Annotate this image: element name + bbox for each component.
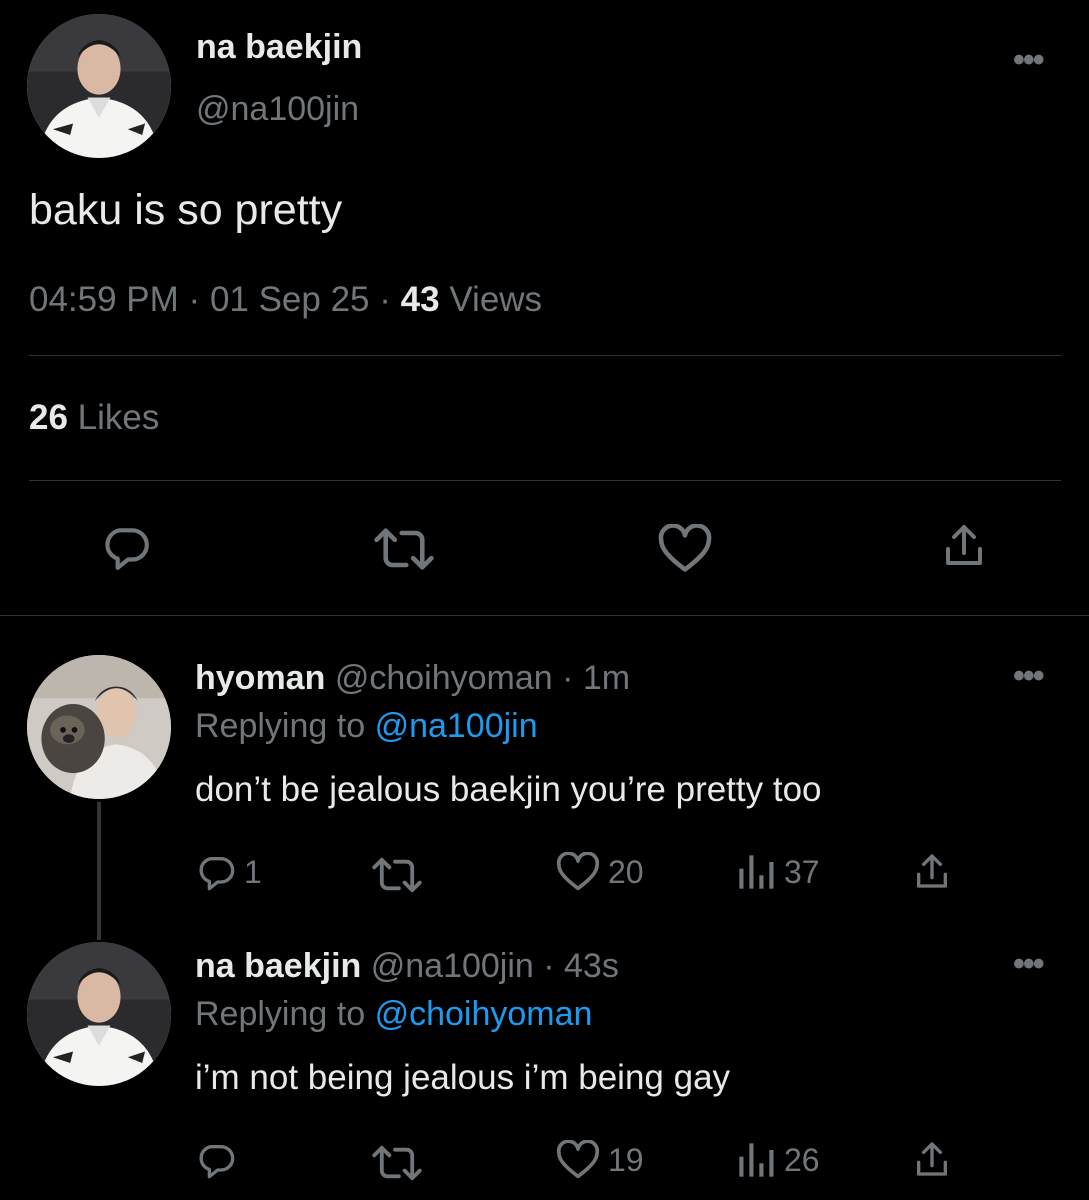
reply-icon[interactable]: [100, 522, 152, 572]
views-label: Views: [449, 280, 543, 319]
divider: [29, 355, 1061, 356]
tweet-date: 01 Sep 25: [209, 280, 370, 319]
display-name[interactable]: na baekjin: [196, 28, 362, 67]
reply-button[interactable]: 1: [196, 852, 262, 892]
more-icon[interactable]: •••: [1013, 947, 1045, 981]
more-icon[interactable]: •••: [1013, 43, 1045, 77]
retweet-button[interactable]: [370, 1144, 424, 1182]
reply-header: na baekjin @na100jin · 43s: [195, 947, 619, 986]
views-icon: [739, 1143, 774, 1177]
display-name[interactable]: na baekjin: [195, 947, 361, 985]
replying-to: Replying to @na100jin: [195, 707, 538, 746]
share-icon: [917, 1142, 947, 1176]
retweet-icon[interactable]: [372, 526, 436, 572]
share-button[interactable]: [912, 850, 952, 892]
reply-button[interactable]: [196, 1140, 244, 1180]
reply-meta[interactable]: @choihyoman · 1m: [335, 659, 630, 697]
reply-text: i’m not being jealous i’m being gay: [195, 1058, 731, 1097]
mention-link[interactable]: @na100jin: [375, 707, 538, 745]
avatar[interactable]: [27, 655, 171, 799]
views-icon: [739, 855, 774, 889]
retweet-icon: [372, 857, 422, 893]
more-icon[interactable]: •••: [1013, 659, 1045, 693]
avatar[interactable]: [27, 14, 171, 158]
like-button[interactable]: 19: [556, 1140, 644, 1180]
mention-link[interactable]: @choihyoman: [375, 995, 593, 1033]
like-count: 19: [608, 1141, 644, 1178]
display-name[interactable]: hyoman: [195, 659, 325, 697]
reply-icon: [199, 857, 235, 891]
reply-header: hyoman @choihyoman · 1m: [195, 659, 630, 698]
likes-stat[interactable]: 26 Likes: [29, 398, 159, 438]
replying-prefix: Replying to: [195, 707, 366, 745]
separator: ·: [188, 280, 210, 319]
replying-prefix: Replying to: [195, 995, 366, 1033]
share-button[interactable]: [912, 1138, 952, 1180]
heart-icon: [556, 852, 600, 891]
like-button[interactable]: 20: [556, 852, 644, 892]
heart-icon[interactable]: [657, 524, 713, 574]
tweet-text: baku is so pretty: [29, 186, 343, 234]
reply-meta[interactable]: @na100jin · 43s: [371, 947, 619, 985]
reply-icon: [199, 1145, 235, 1179]
likes-label: Likes: [77, 398, 160, 437]
divider: [0, 615, 1089, 616]
thread-line: [97, 802, 101, 940]
tweet-time: 04:59 PM: [29, 280, 179, 319]
share-icon[interactable]: [940, 520, 988, 570]
separator: ·: [379, 280, 401, 319]
replying-to: Replying to @choihyoman: [195, 995, 592, 1034]
reply-count: 1: [244, 853, 262, 890]
handle[interactable]: @na100jin: [196, 90, 359, 129]
views-button[interactable]: 37: [736, 852, 820, 892]
likes-count: 26: [29, 398, 68, 437]
view-count: 37: [784, 853, 820, 890]
retweet-button[interactable]: [370, 856, 424, 894]
share-icon: [917, 854, 947, 888]
avatar[interactable]: [27, 942, 171, 1086]
views-button[interactable]: 26: [736, 1140, 820, 1180]
retweet-icon: [372, 1145, 422, 1181]
views-count: 43: [400, 280, 440, 319]
heart-icon: [556, 1140, 600, 1179]
view-count: 26: [784, 1141, 820, 1178]
divider: [29, 480, 1061, 481]
reply-text: don’t be jealous baekjin you’re pretty t…: [195, 770, 822, 809]
tweet-meta: 04:59 PM · 01 Sep 25 · 43 Views: [29, 280, 542, 320]
like-count: 20: [608, 853, 644, 890]
